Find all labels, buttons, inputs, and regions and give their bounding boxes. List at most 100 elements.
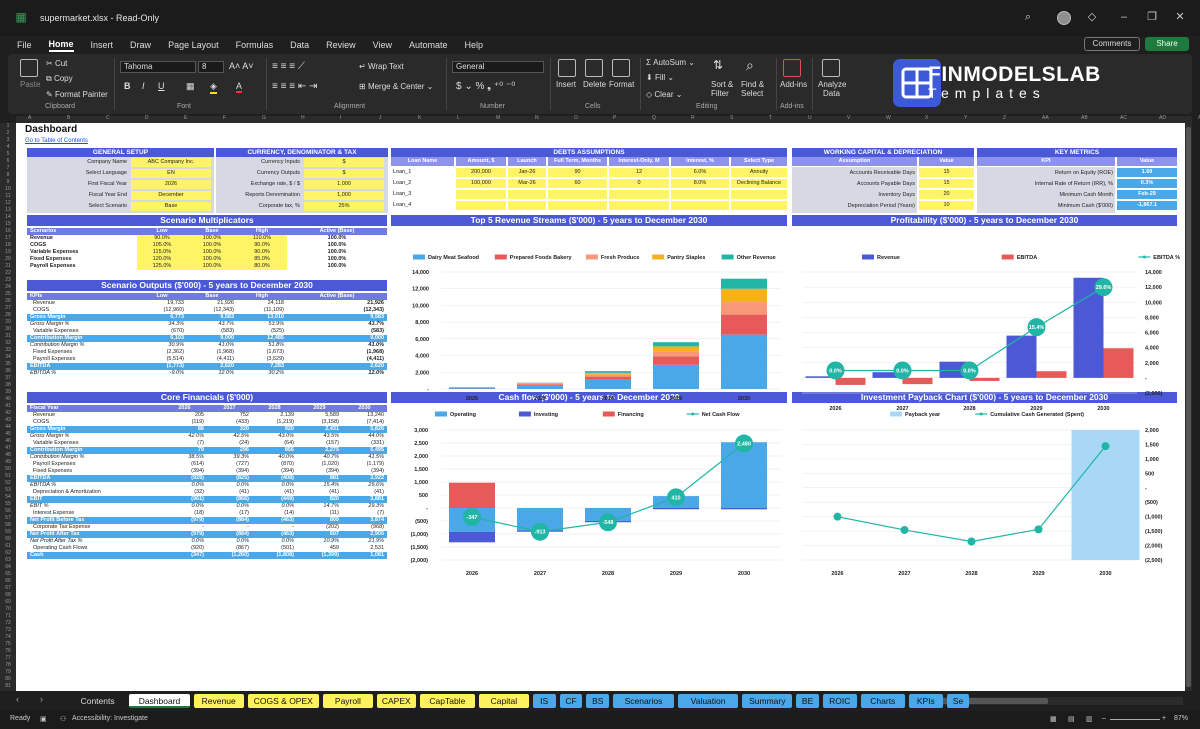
loan-input[interactable]: 100,000 — [456, 179, 506, 188]
format-button[interactable]: Format — [609, 80, 634, 89]
row-header[interactable]: 31 — [0, 333, 16, 340]
row-header[interactable]: 28 — [0, 312, 16, 319]
sheet-tab-dashboard[interactable]: Dashboard — [129, 694, 190, 708]
delete-button[interactable]: Delete — [583, 80, 606, 89]
accessibility-icon[interactable]: ⚇ — [60, 715, 66, 723]
menu-help[interactable]: Help — [465, 40, 484, 50]
column-header[interactable]: Y — [964, 115, 967, 121]
borders-icon[interactable]: ▦ — [186, 81, 195, 92]
menu-file[interactable]: File — [17, 40, 32, 50]
setup-input[interactable]: $ — [304, 158, 384, 167]
sheet-tab-summary[interactable]: Summary — [742, 694, 793, 708]
column-header[interactable]: F — [223, 115, 226, 121]
sheet-tab-payroll[interactable]: Payroll — [323, 694, 373, 708]
row-header[interactable]: 25 — [0, 291, 16, 298]
row-header[interactable]: 62 — [0, 550, 16, 557]
column-header[interactable]: S — [730, 115, 733, 121]
scrollbar-thumb[interactable] — [1186, 127, 1191, 687]
row-header[interactable]: 66 — [0, 578, 16, 585]
setup-input[interactable]: Base — [131, 202, 211, 211]
view-normal-icon[interactable]: ▦ — [1050, 715, 1057, 723]
column-header[interactable]: AD — [1159, 115, 1166, 121]
sheet-tab-bs[interactable]: BS — [586, 694, 610, 708]
row-header[interactable]: 8 — [0, 172, 16, 179]
row-header[interactable]: 65 — [0, 571, 16, 578]
row-header[interactable]: 6 — [0, 158, 16, 165]
row-header[interactable]: 35 — [0, 361, 16, 368]
worksheet-grid[interactable]: Dashboard Go to Table of Contents GENERA… — [16, 123, 1185, 691]
row-header[interactable]: 59 — [0, 529, 16, 536]
sort-filter-button-line2[interactable]: Filter — [711, 89, 729, 98]
search-icon[interactable]: ⌕ — [1021, 10, 1035, 24]
column-header[interactable]: G — [262, 115, 266, 121]
column-header[interactable]: Q — [652, 115, 656, 121]
setup-input[interactable]: 2026 — [131, 180, 211, 189]
row-header[interactable]: 80 — [0, 676, 16, 683]
paste-icon[interactable] — [20, 59, 38, 77]
row-header[interactable]: 53 — [0, 487, 16, 494]
row-header[interactable]: 81 — [0, 683, 16, 690]
font-size-select[interactable]: 8 — [198, 61, 224, 73]
sheet-tab-is[interactable]: IS — [532, 694, 556, 708]
metric-value[interactable]: 15 — [919, 168, 974, 177]
loan-input[interactable] — [456, 190, 506, 199]
column-header[interactable]: E — [184, 115, 187, 121]
sheet-tab-scenarios[interactable]: Scenarios — [613, 694, 674, 708]
loan-input[interactable]: 60 — [548, 179, 607, 188]
column-header[interactable]: H — [301, 115, 305, 121]
menu-formulas[interactable]: Formulas — [236, 40, 274, 50]
minimize-icon[interactable]: – — [1117, 10, 1131, 24]
row-header[interactable]: 63 — [0, 557, 16, 564]
loan-input[interactable]: 6.0% — [671, 168, 729, 177]
row-header[interactable]: 70 — [0, 606, 16, 613]
underline-icon[interactable]: U — [158, 81, 165, 91]
loan-input[interactable]: Mar-26 — [508, 179, 546, 188]
copy-button[interactable]: ⧉ Copy — [46, 74, 73, 84]
row-header[interactable]: 64 — [0, 564, 16, 571]
row-header[interactable]: 33 — [0, 347, 16, 354]
comments-button[interactable]: Comments — [1084, 37, 1140, 51]
column-header[interactable]: A — [28, 115, 31, 121]
prev-sheet-icon[interactable]: ‹ — [16, 694, 19, 704]
menu-insert[interactable]: Insert — [91, 40, 114, 50]
loan-input[interactable]: 90 — [548, 168, 607, 177]
loan-input[interactable] — [456, 201, 506, 210]
row-header[interactable]: 21 — [0, 263, 16, 270]
row-header[interactable]: 61 — [0, 543, 16, 550]
addins-icon[interactable] — [783, 59, 801, 77]
sheet-tab-be[interactable]: BE — [796, 694, 819, 708]
loan-input[interactable] — [731, 201, 787, 210]
restore-icon[interactable]: ❐ — [1145, 10, 1159, 24]
row-header[interactable]: 71 — [0, 613, 16, 620]
menu-view[interactable]: View — [373, 40, 392, 50]
share-button[interactable]: Share — [1145, 37, 1189, 51]
column-header[interactable]: AA — [1042, 115, 1049, 121]
sheet-tab-cogs-opex[interactable]: COGS & OPEX — [247, 694, 319, 708]
row-header[interactable]: 51 — [0, 473, 16, 480]
number-format-select[interactable]: General — [452, 61, 544, 73]
row-header[interactable]: 34 — [0, 354, 16, 361]
row-header[interactable]: 77 — [0, 655, 16, 662]
column-header[interactable]: I — [340, 115, 341, 121]
row-header[interactable]: 24 — [0, 284, 16, 291]
row-header[interactable]: 14 — [0, 214, 16, 221]
row-header[interactable]: 56 — [0, 508, 16, 515]
row-header[interactable]: 1 — [0, 123, 16, 130]
column-header[interactable]: O — [574, 115, 578, 121]
loan-input[interactable] — [731, 190, 787, 199]
row-header[interactable]: 38 — [0, 382, 16, 389]
row-header[interactable]: 79 — [0, 669, 16, 676]
insert-cells-icon[interactable] — [558, 59, 576, 77]
row-header[interactable]: 26 — [0, 298, 16, 305]
accessibility-status[interactable]: Accessibility: Investigate — [72, 715, 148, 722]
column-header[interactable]: W — [886, 115, 891, 121]
close-icon[interactable]: ✕ — [1173, 10, 1187, 24]
sheet-tab-kpis[interactable]: KPIs — [909, 694, 943, 708]
loan-input[interactable]: 200,000 — [456, 168, 506, 177]
sheet-tab-captable[interactable]: CapTable — [419, 694, 475, 708]
format-cells-icon[interactable] — [612, 59, 630, 77]
loan-input[interactable] — [609, 190, 669, 199]
row-header[interactable]: 27 — [0, 305, 16, 312]
font-grow-icon[interactable]: A˄ A˅ — [229, 61, 254, 71]
row-header[interactable]: 18 — [0, 242, 16, 249]
